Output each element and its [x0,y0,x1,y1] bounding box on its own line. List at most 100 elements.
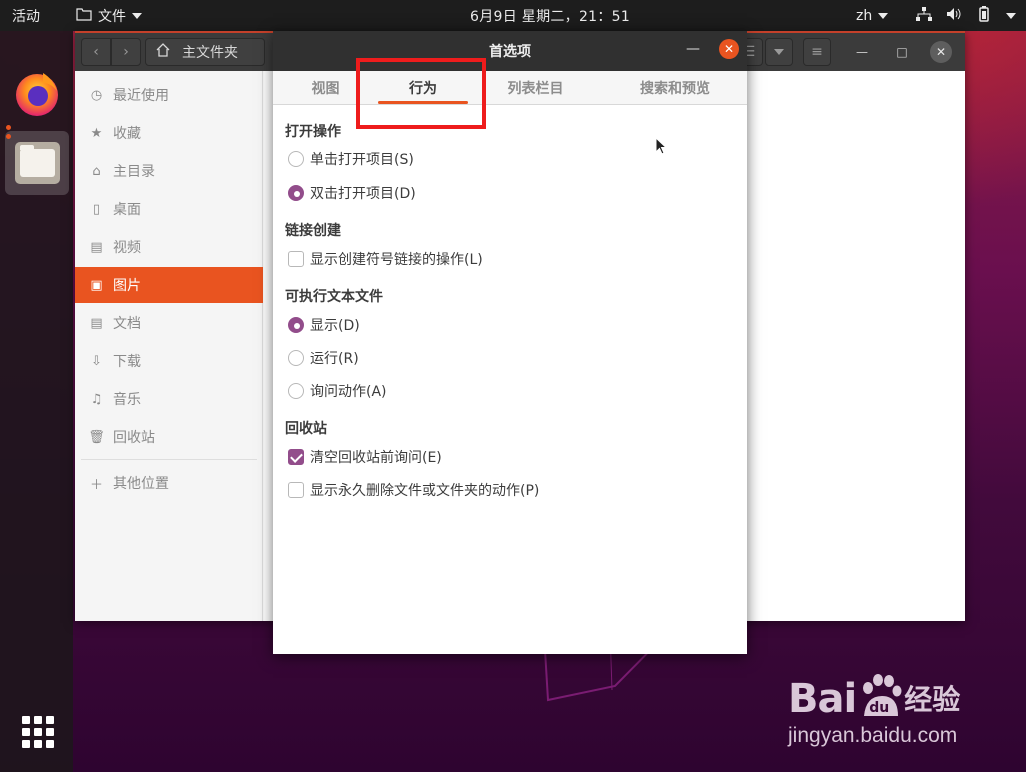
maximize-icon: □ [896,45,908,59]
sidebar-item-label: 下载 [113,354,141,370]
baidu-logo: Bai du 经验 [788,674,960,722]
battery-icon [976,5,992,26]
forward-button[interactable]: › [111,38,141,66]
sidebar-item-label: 文档 [113,316,141,332]
clock-label: 6月9日 星期二，21：51 [470,8,631,25]
activities-label: 活动 [12,8,40,25]
system-tray[interactable] [916,0,1016,31]
option-label: 单击打开项目(S) [310,152,414,168]
radio-button[interactable] [288,317,304,333]
sidebar-item-home[interactable]: ⌂ 主目录 [75,153,263,189]
sidebar-item-starred[interactable]: ★ 收藏 [75,115,263,151]
desktop-icon: ▯ [92,201,101,217]
sidebar-item-label: 最近使用 [113,88,169,104]
path-bar-home[interactable]: 主文件夹 [145,38,265,66]
radio-button[interactable] [288,383,304,399]
sidebar-item-downloads[interactable]: ⇩ 下载 [75,343,263,379]
checkbox[interactable] [288,251,304,267]
path-label: 主文件夹 [182,45,238,61]
music-icon: ♫ [90,391,103,407]
checkbox[interactable] [288,449,304,465]
firefox-icon[interactable] [13,69,61,117]
option-label: 双击打开项目(D) [310,186,416,202]
sidebar-item-desktop[interactable]: ▯ 桌面 [75,191,263,227]
dialog-close-button[interactable]: ✕ [719,39,739,59]
radio-run[interactable]: 运行(R) [288,347,359,369]
baidu-logo-suffix: 经验 [904,683,961,716]
app-grid-icon[interactable] [22,716,54,748]
maximize-button[interactable]: □ [891,41,913,63]
option-label: 显示(D) [310,318,360,334]
clock-icon: ◷ [90,87,103,103]
tab-search-preview[interactable]: 搜索和预览 [603,71,747,105]
image-icon: ▣ [90,277,103,293]
sidebar-divider [81,459,257,460]
star-icon: ★ [90,125,103,141]
radio-button[interactable] [288,350,304,366]
menu-icon: ≡ [811,44,823,60]
top-bar: 活动 文件 6月9日 星期二，21：51 zh [0,0,1026,31]
checkbox[interactable] [288,482,304,498]
sidebar-item-label: 主目录 [113,164,155,180]
radio-single-click[interactable]: 单击打开项目(S) [288,148,414,170]
input-method-menu[interactable]: zh [856,0,889,31]
app-menu[interactable]: 文件 [76,0,142,31]
clock[interactable]: 6月9日 星期二，21：51 [470,0,630,31]
tab-label: 视图 [311,81,340,97]
lang-label: zh [856,7,873,24]
radio-button[interactable] [288,185,304,201]
app-menu-label: 文件 [98,8,126,25]
download-icon: ⇩ [91,353,102,369]
checkbox-permanent-delete[interactable]: 显示永久删除文件或文件夹的动作(P) [288,479,539,501]
running-indicator [6,125,11,130]
trash-icon: 🗑︎ [88,429,105,445]
dialog-minimize-button[interactable]: — [683,41,703,61]
sidebar-item-trash[interactable]: 🗑︎ 回收站 [75,419,263,455]
option-label: 显示永久删除文件或文件夹的动作(P) [310,483,540,499]
sidebar-item-recent[interactable]: ◷ 最近使用 [75,77,263,113]
volume-icon [946,7,962,25]
minimize-button[interactable]: — [851,41,873,63]
files-icon[interactable] [15,142,60,184]
hamburger-menu-button[interactable]: ≡ [803,38,831,66]
radio-display[interactable]: 显示(D) [288,314,360,336]
sidebar-item-videos[interactable]: ▤ 视频 [75,229,263,265]
sidebar-item-documents[interactable]: ▤ 文档 [75,305,263,341]
radio-button[interactable] [288,151,304,167]
running-indicator [6,134,11,139]
plus-icon: ＋ [89,477,103,493]
sidebar-item-label: 回收站 [113,430,155,446]
chevron-down-icon [1006,12,1016,19]
network-icon [916,6,932,25]
checkbox-symlink-action[interactable]: 显示创建符号链接的操作(L) [288,248,483,270]
sidebar-item-music[interactable]: ♫ 音乐 [75,381,263,417]
sidebar-item-label: 其他位置 [113,476,169,492]
close-button[interactable]: ✕ [930,41,952,63]
chevron-left-icon: ‹ [93,44,99,60]
sidebar-item-label: 音乐 [113,392,141,408]
chevron-right-icon: › [123,44,129,60]
option-label: 询问动作(A) [310,384,387,400]
section-title-executable-files: 可执行文本文件 [285,289,383,305]
video-icon: ▤ [90,239,103,255]
sidebar-item-pictures[interactable]: ▣ 图片 [75,267,263,303]
minimize-icon: — [686,41,700,57]
document-icon: ▤ [90,315,103,331]
close-icon: ✕ [935,45,947,59]
mouse-pointer-icon [655,136,669,161]
tab-list-columns[interactable]: 列表栏目 [468,71,603,105]
sidebar-item-label: 收藏 [113,126,141,142]
back-button[interactable]: ‹ [81,38,111,66]
checkbox-ask-before-empty[interactable]: 清空回收站前询问(E) [288,446,442,468]
option-label: 运行(R) [310,351,359,367]
places-sidebar: ◷ 最近使用 ★ 收藏 ⌂ 主目录 ▯ 桌面 ▤ 视频 ▣ 图片 ▤ 文档 ⇩ [75,71,263,621]
baidu-paw-text: du [869,700,890,716]
dock [0,31,73,772]
view-options-button[interactable] [765,38,793,66]
activities-button[interactable]: 活动 [12,0,40,31]
radio-double-click[interactable]: 双击打开项目(D) [288,182,416,204]
preferences-dialog: 首选项 — ✕ 视图 行为 列表栏目 搜索和预览 打开操作 单击打开项目(S) … [273,31,747,654]
minimize-icon: — [856,45,868,59]
sidebar-item-other-locations[interactable]: ＋ 其他位置 [75,465,263,501]
radio-ask[interactable]: 询问动作(A) [288,380,387,402]
